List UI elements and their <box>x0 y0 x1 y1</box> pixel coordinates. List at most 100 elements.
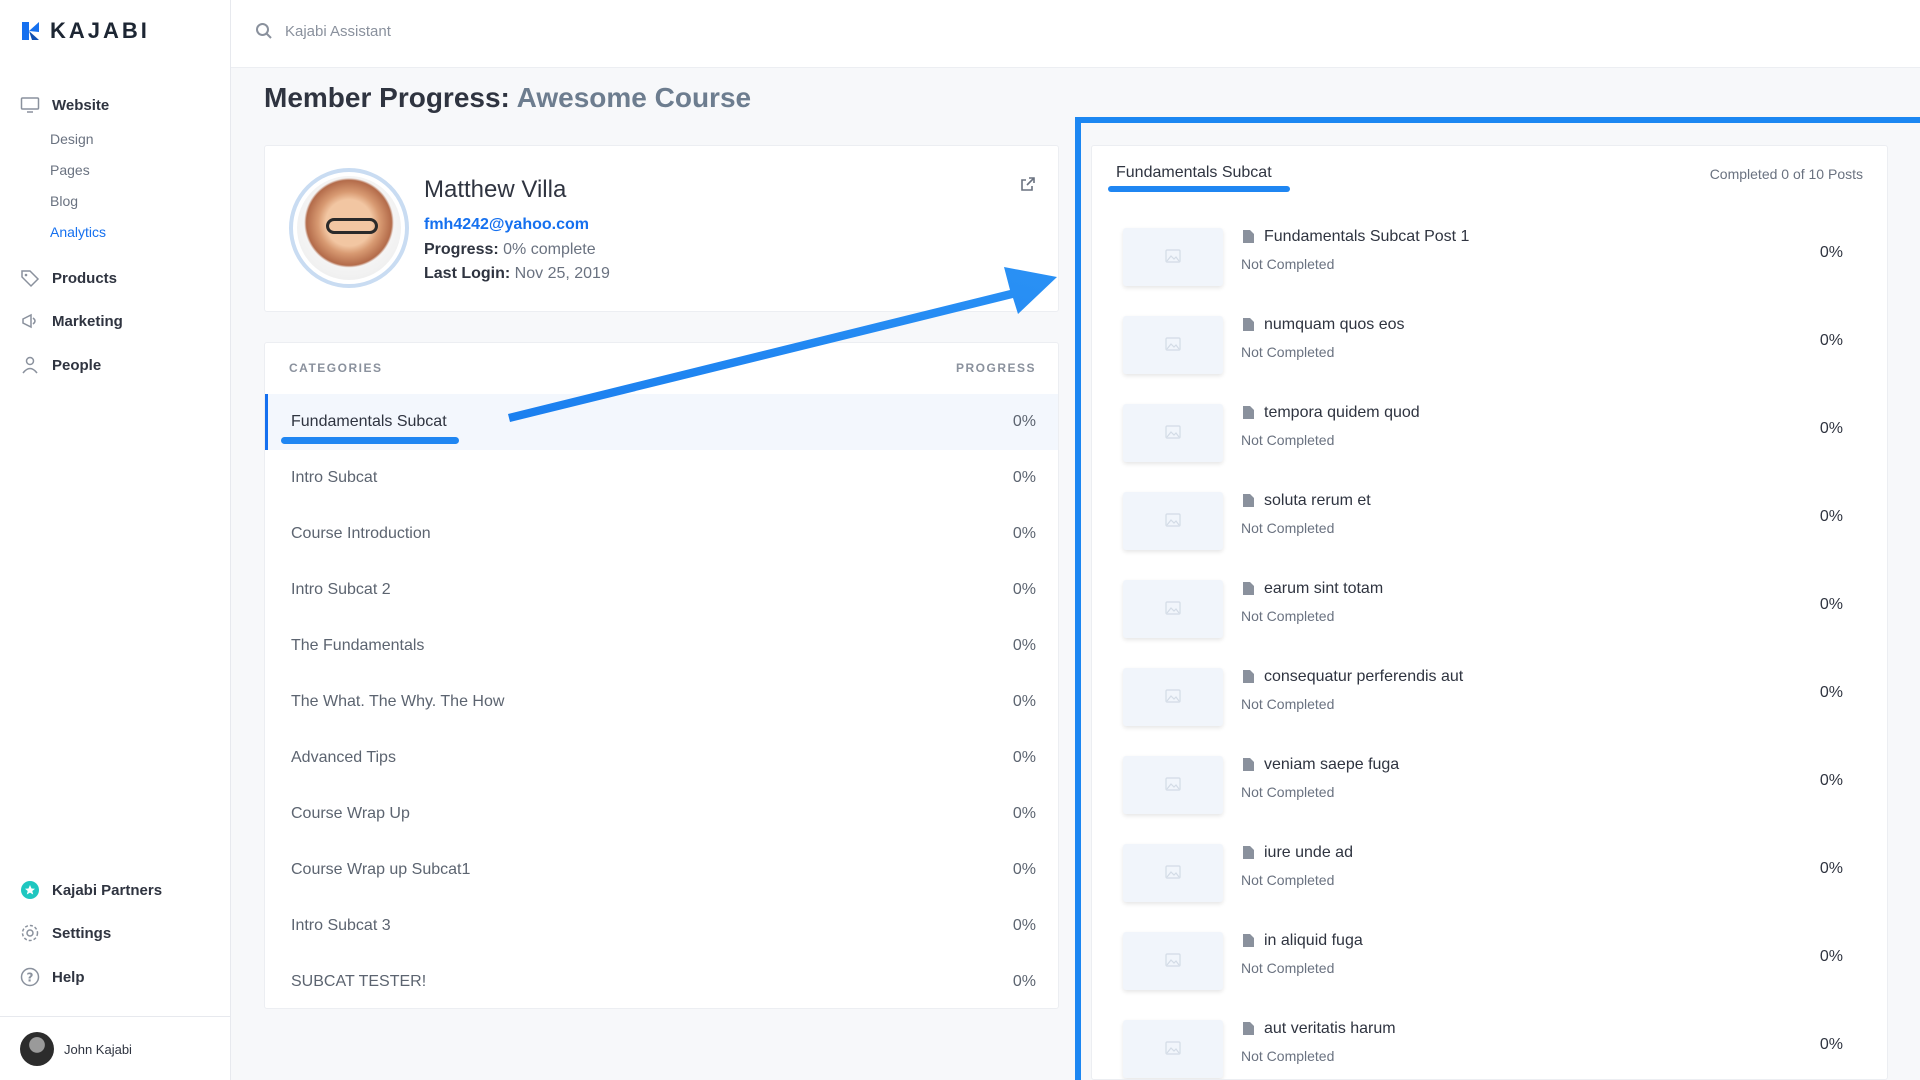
post-thumbnail <box>1123 756 1223 814</box>
post-thumbnail <box>1123 668 1223 726</box>
nav-marketing-label: Marketing <box>52 312 123 330</box>
nav-marketing[interactable]: Marketing <box>20 311 123 331</box>
image-placeholder-icon <box>1165 777 1181 791</box>
category-row[interactable]: Intro Subcat 0% <box>265 450 1058 506</box>
category-progress: 0% <box>1012 805 1036 822</box>
post-status: Not Completed <box>1241 608 1335 624</box>
kajabi-logo[interactable]: KAJABI <box>20 18 150 44</box>
category-row[interactable]: Intro Subcat 3 0% <box>265 898 1058 954</box>
nav-pages[interactable]: Pages <box>50 162 90 178</box>
search-input[interactable]: Kajabi Assistant <box>255 22 391 40</box>
post-row[interactable]: Fundamentals Subcat Post 1 Not Completed 0… <box>1092 216 1887 304</box>
document-icon <box>1243 758 1254 771</box>
member-progress-label: Progress: <box>424 241 499 258</box>
nav-blog[interactable]: Blog <box>50 193 78 209</box>
external-link-icon[interactable] <box>1020 176 1036 192</box>
category-row[interactable]: SUBCAT TESTER! 0% <box>265 954 1058 1010</box>
category-row[interactable]: Advanced Tips 0% <box>265 730 1058 786</box>
post-row[interactable]: earum sint totam Not Completed 0% <box>1092 568 1887 656</box>
nav-design[interactable]: Design <box>50 131 94 147</box>
post-status: Not Completed <box>1241 960 1335 976</box>
image-placeholder-icon <box>1165 249 1181 263</box>
post-progress: 0% <box>1819 772 1843 789</box>
post-row[interactable]: soluta rerum et Not Completed 0% <box>1092 480 1887 568</box>
post-status: Not Completed <box>1241 344 1335 360</box>
member-avatar <box>289 168 409 288</box>
nav-products[interactable]: Products <box>20 268 117 288</box>
post-progress: 0% <box>1819 1036 1843 1053</box>
category-row[interactable]: Fundamentals Subcat 0% <box>265 394 1058 450</box>
image-placeholder-icon <box>1165 865 1181 879</box>
post-name: tempora quidem quod <box>1264 404 1420 421</box>
category-progress: 0% <box>1012 469 1036 486</box>
tag-icon <box>21 270 40 288</box>
post-name: in aliquid fuga <box>1264 932 1363 949</box>
user-name: John Kajabi <box>64 1041 132 1057</box>
member-progress: Progress: 0% complete <box>424 241 596 259</box>
post-name: veniam saepe fuga <box>1264 756 1400 773</box>
post-row[interactable]: veniam saepe fuga Not Completed 0% <box>1092 744 1887 832</box>
nav-partners-label: Kajabi Partners <box>52 881 163 899</box>
document-icon <box>1243 670 1254 683</box>
gear-icon <box>21 924 39 942</box>
post-row[interactable]: iure unde ad Not Completed 0% <box>1092 832 1887 920</box>
nav-people-label: People <box>52 356 102 374</box>
category-name: Fundamentals Subcat <box>291 413 447 430</box>
nav-help-label: Help <box>52 968 85 986</box>
post-thumbnail <box>1123 228 1223 286</box>
category-name: Advanced Tips <box>291 749 396 766</box>
post-name: Fundamentals Subcat Post 1 <box>1264 228 1470 245</box>
post-row[interactable]: numquam quos eos Not Completed 0% <box>1092 304 1887 392</box>
document-icon <box>1243 1022 1254 1035</box>
category-progress: 0% <box>1012 525 1036 542</box>
category-row[interactable]: Course Wrap up Subcat1 0% <box>265 842 1058 898</box>
document-icon <box>1243 846 1254 859</box>
post-row[interactable]: in aliquid fuga Not Completed 0% <box>1092 920 1887 1008</box>
nav-analytics[interactable]: Analytics <box>50 224 106 240</box>
nav-people[interactable]: People <box>20 355 101 375</box>
member-last-login: Last Login: Nov 25, 2019 <box>424 265 610 283</box>
member-login-label: Last Login: <box>424 265 511 282</box>
nav-settings-label: Settings <box>52 924 112 942</box>
post-status: Not Completed <box>1241 872 1335 888</box>
post-status: Not Completed <box>1241 696 1335 712</box>
nav-help[interactable]: ? Help <box>20 967 85 987</box>
category-name: Course Wrap up Subcat1 <box>291 861 471 878</box>
user-menu[interactable]: John Kajabi <box>20 1032 132 1066</box>
categories-card: CATEGORIES PROGRESS Fundamentals Subcat 0… <box>264 342 1059 1009</box>
document-icon <box>1243 318 1254 331</box>
category-name: Course Wrap Up <box>291 805 410 822</box>
category-row[interactable]: Course Introduction 0% <box>265 506 1058 562</box>
post-name: aut veritatis harum <box>1264 1020 1396 1037</box>
page-title-prefix: Member Progress: <box>264 82 510 113</box>
post-thumbnail <box>1123 404 1223 462</box>
search-icon <box>256 23 272 39</box>
document-icon <box>1243 934 1254 947</box>
image-placeholder-icon <box>1165 513 1181 527</box>
category-row[interactable]: The What. The Why. The How 0% <box>265 674 1058 730</box>
post-row[interactable]: tempora quidem quod Not Completed 0% <box>1092 392 1887 480</box>
member-email[interactable]: fmh4242@yahoo.com <box>424 216 589 234</box>
nav-products-label: Products <box>52 269 118 287</box>
nav-website[interactable]: Website <box>20 95 109 115</box>
post-name: soluta rerum et <box>1264 492 1371 509</box>
post-row[interactable]: consequatur perferendis aut Not Completed… <box>1092 656 1887 744</box>
post-thumbnail <box>1123 844 1223 902</box>
category-name: SUBCAT TESTER! <box>291 973 427 990</box>
category-name: The What. The Why. The How <box>291 693 505 710</box>
category-row[interactable]: The Fundamentals 0% <box>265 618 1058 674</box>
avatar <box>20 1032 54 1066</box>
partners-star-icon <box>21 881 39 899</box>
post-thumbnail <box>1123 932 1223 990</box>
category-progress: 0% <box>1012 973 1036 990</box>
nav-settings[interactable]: Settings <box>20 923 111 943</box>
brand-name: KAJABI <box>50 18 150 43</box>
category-progress: 0% <box>1012 581 1036 598</box>
post-status: Not Completed <box>1241 256 1335 272</box>
category-row[interactable]: Course Wrap Up 0% <box>265 786 1058 842</box>
image-placeholder-icon <box>1165 953 1181 967</box>
category-row[interactable]: Intro Subcat 2 0% <box>265 562 1058 618</box>
nav-kajabi-partners[interactable]: Kajabi Partners <box>20 880 162 900</box>
post-row[interactable]: aut veritatis harum Not Completed 0% <box>1092 1008 1887 1079</box>
post-thumbnail <box>1123 1020 1223 1078</box>
